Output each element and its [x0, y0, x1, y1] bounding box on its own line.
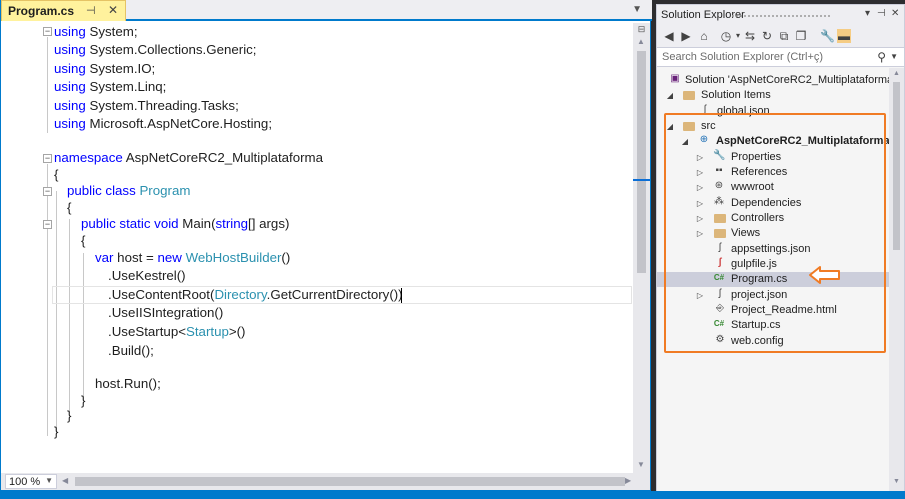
- code-line: using Microsoft.AspNetCore.Hosting;: [54, 116, 273, 131]
- code-line: .UseIISIntegration(): [108, 305, 224, 320]
- code-line: .UseStartup<Startup>(): [108, 324, 246, 339]
- code-line: .UseContentRoot(Directory.GetCurrentDire…: [108, 287, 403, 302]
- annotation-arrow-icon: [809, 266, 840, 284]
- code-line: using System.Linq;: [54, 79, 167, 94]
- code-line: }: [67, 408, 72, 423]
- solution-search-input[interactable]: Search Solution Explorer (Ctrl+ç) ⚲ ▼: [657, 47, 904, 67]
- close-icon[interactable]: ✕: [108, 3, 118, 17]
- scroll-down-icon[interactable]: ▼: [893, 478, 900, 485]
- code-line: .UseKestrel(): [108, 268, 186, 283]
- editor-vertical-scrollbar[interactable]: ⊟ ▲ ▼: [633, 23, 650, 473]
- code-line: host.Run();: [95, 376, 161, 391]
- properties-wrench-icon[interactable]: 🔧: [820, 29, 835, 43]
- fold-guide: [47, 37, 48, 133]
- editor-bottom-bar: 100 % ▼ ◀ ▶: [1, 473, 650, 490]
- indent-guide: [83, 253, 84, 401]
- solution-icon: ▣: [670, 73, 680, 84]
- code-line: {: [67, 200, 72, 215]
- horizontal-scroll-thumb[interactable]: [75, 477, 625, 486]
- code-text-area[interactable]: − − − − using System; using System.Colle…: [1, 23, 634, 473]
- preview-selected-icon[interactable]: ▬: [837, 29, 851, 43]
- code-line: using System.Collections.Generic;: [54, 42, 257, 57]
- code-editor[interactable]: Program.cs ⊣ ✕ ▼ − − − − using System; u…: [0, 0, 652, 491]
- code-line: public static void Main(string[] args): [81, 216, 290, 231]
- refresh-icon[interactable]: ↻: [760, 29, 774, 43]
- auto-hide-pin-icon[interactable]: ⊣: [877, 8, 886, 19]
- caret-position-marker: [633, 179, 650, 181]
- split-view-icon[interactable]: ⊟: [636, 24, 647, 35]
- pin-icon[interactable]: ⊣: [86, 4, 96, 17]
- window-position-icon[interactable]: ▾: [865, 8, 870, 19]
- tree-item-solution[interactable]: ▣ Solution 'AspNetCoreRC2_Multiplataform…: [657, 73, 889, 88]
- tab-title: Program.cs: [8, 4, 75, 18]
- collapse-all-icon[interactable]: ⧉: [777, 29, 791, 43]
- zoom-level-select[interactable]: 100 % ▼: [5, 474, 57, 489]
- solution-explorer-toolbar: ◀ ▶ ⌂ ◷ ▾ ⇆ ↻ ⧉ ❐ 🔧 ▬: [657, 25, 904, 47]
- expanded-arrow-icon[interactable]: ◢: [666, 88, 674, 103]
- code-line: {: [81, 233, 86, 248]
- scroll-up-icon[interactable]: ▲: [637, 37, 645, 46]
- folder-icon: [683, 91, 695, 100]
- scroll-right-icon[interactable]: ▶: [625, 476, 631, 485]
- scroll-thumb[interactable]: [637, 51, 646, 273]
- code-line: public class Program: [67, 183, 191, 198]
- home-icon[interactable]: ⌂: [697, 29, 711, 43]
- annotation-highlight-box: [664, 113, 886, 353]
- code-line: }: [54, 424, 59, 439]
- fold-guide: [47, 164, 48, 436]
- show-all-files-icon[interactable]: ❐: [794, 29, 808, 43]
- chevron-down-icon[interactable]: ▼: [890, 52, 898, 61]
- collapse-icon[interactable]: −: [43, 27, 52, 36]
- solution-explorer-title-bar: Solution Explorer ▾ ⊣ ✕: [657, 5, 904, 25]
- collapse-icon[interactable]: −: [43, 187, 52, 196]
- tab-list-dropdown-icon[interactable]: ▼: [632, 4, 642, 15]
- collapse-icon[interactable]: −: [43, 154, 52, 163]
- zoom-level-value: 100 %: [9, 476, 41, 488]
- chevron-down-icon[interactable]: ▼: [45, 476, 53, 485]
- indent-guide: [69, 219, 70, 413]
- document-tab-bar: Program.cs ⊣ ✕ ▼: [1, 0, 652, 21]
- code-line: {: [54, 167, 59, 182]
- code-line: using System.IO;: [54, 61, 156, 76]
- tree-item-solution-items[interactable]: ◢ Solution Items: [657, 88, 889, 103]
- code-line: }: [81, 393, 86, 408]
- code-line: .Build();: [108, 343, 154, 358]
- drag-grip[interactable]: [731, 14, 831, 19]
- code-line: using System;: [54, 24, 138, 39]
- code-line: namespace AspNetCoreRC2_Multiplataforma: [54, 150, 324, 165]
- indent-guide: [56, 191, 57, 433]
- code-line: using System.Threading.Tasks;: [54, 98, 239, 113]
- collapse-icon[interactable]: −: [43, 220, 52, 229]
- scroll-left-icon[interactable]: ◀: [62, 476, 68, 485]
- sync-icon[interactable]: ⇆: [743, 29, 757, 43]
- tab-program-cs[interactable]: Program.cs ⊣ ✕: [1, 0, 126, 21]
- search-placeholder: Search Solution Explorer (Ctrl+ç): [662, 51, 824, 63]
- close-icon[interactable]: ✕: [891, 8, 899, 19]
- scroll-down-icon[interactable]: ▼: [637, 460, 645, 469]
- solution-tree-scrollbar[interactable]: ▲ ▼: [889, 68, 904, 491]
- forward-icon[interactable]: ▶: [679, 29, 693, 43]
- search-icon[interactable]: ⚲: [877, 50, 886, 64]
- text-caret: [401, 288, 402, 303]
- status-bar: [0, 491, 905, 499]
- code-line: var host = new WebHostBuilder(): [95, 250, 291, 265]
- back-icon[interactable]: ◀: [662, 29, 676, 43]
- scroll-thumb[interactable]: [893, 82, 900, 250]
- scroll-up-icon[interactable]: ▲: [893, 70, 900, 77]
